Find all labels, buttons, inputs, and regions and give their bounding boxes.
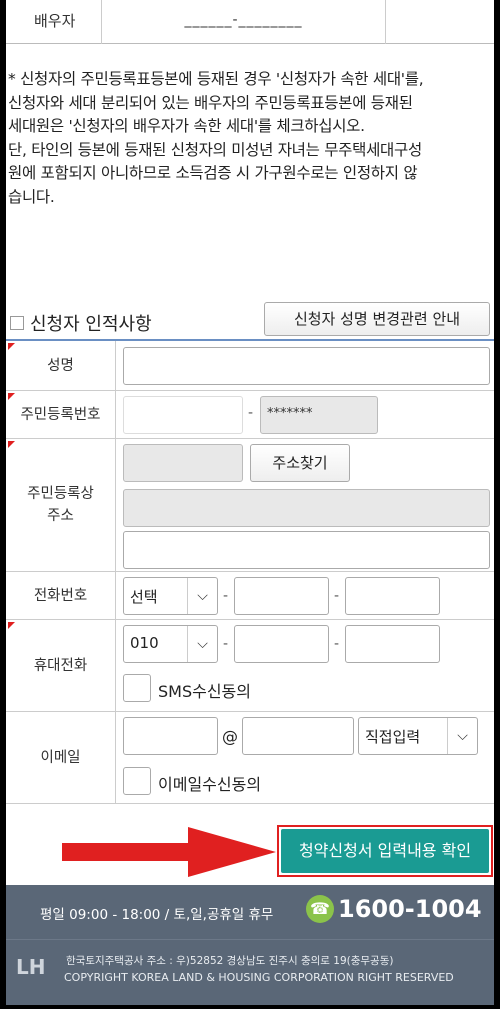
notice-line: 습니다. [8,187,55,206]
rrn-back-input: ******* [260,396,378,434]
page: 배우자 ______-________ * 신청자의 주민등록표등본에 등재된 … [6,0,494,1005]
zipcode-input [123,444,243,482]
phone-number: 1600-1004 [338,895,482,923]
rrn-front-input[interactable] [123,396,243,434]
sms-consent-checkbox[interactable] [123,674,151,702]
email-at-sign: @ [222,727,238,746]
confirm-application-button[interactable]: 청약신청서 입력내용 확인 [281,829,489,873]
address-detail-input[interactable] [123,531,490,569]
required-marker-icon [8,622,15,629]
rrn-label: 주민등록번호 [6,391,116,438]
square-bullet-icon [10,316,24,330]
mobile-dash: - [223,636,229,652]
applicant-section-header: 신청자 인적사항 신청자 성명 변경관련 안내 [6,300,494,340]
lh-logo: LH [16,955,46,979]
email-consent-label: 이메일수신동의 [158,775,262,794]
section-title: 신청자 인적사항 [10,310,152,336]
chevron-down-icon: ⌵ [447,718,477,754]
section-title-text: 신청자 인적사항 [30,314,152,335]
phone-dash: - [223,588,229,604]
required-marker-icon [8,343,15,350]
name-label: 성명 [6,341,116,390]
mobile-prefix-select[interactable]: 010 ⌵ [123,625,218,663]
email-id-input[interactable] [123,717,218,755]
notice-line: 원에 포함되지 아니하므로 소득검증 시 가구원수로는 인정하지 않 [8,164,418,182]
business-hours: 평일 09:00 - 18:00 / 토,일,공휴일 휴무 [40,907,274,923]
spouse-row: 배우자 ______-________ [6,0,494,44]
rrn-row: 주민등록번호 - ******* [6,391,494,439]
chevron-down-icon: ⌵ [187,626,217,662]
company-address: 한국토지주택공사 주소 : 우)52852 경상남도 진주시 충의로 19(충무… [66,955,394,967]
name-input[interactable] [123,347,490,385]
required-marker-icon [8,441,15,448]
email-row: 이메일 @ 직접입력 ⌵ 이메일수신동의 [6,712,494,804]
address-search-button[interactable]: 주소찾기 [250,444,350,482]
sms-consent-label: SMS수신동의 [158,682,251,701]
notice-line: 단, 타인의 등본에 등재된 신청자의 미성년 자녀는 무주택세대구성 [8,140,422,159]
spouse-label: 배우자 [6,0,102,44]
copyright: COPYRIGHT KOREA LAND & HOUSING CORPORATI… [64,971,454,984]
notice-line: 세대원은 '신청자의 배우자가 속한 세대'를 체크하십시오. [8,117,365,135]
mobile-dash: - [334,636,340,652]
phone-label: 전화번호 [6,572,116,619]
mobile-row: 휴대전화 010 ⌵ - - SMS수신동의 [6,620,494,712]
phone-last-input[interactable] [345,577,440,615]
applicant-form: 성명 주민등록번호 - ******* 주민등록상 주소 주소찾기 전화번호 선택… [6,339,494,804]
address-label: 주민등록상 주소 [6,439,116,571]
footer: 평일 09:00 - 18:00 / 토,일,공휴일 휴무 ☎ 1600-100… [6,885,494,1005]
phone-middle-input[interactable] [234,577,329,615]
phone-dash: - [334,588,340,604]
submit-highlight: 청약신청서 입력내용 확인 [277,825,493,877]
mobile-last-input[interactable] [345,625,440,663]
address-row: 주민등록상 주소 주소찾기 [6,439,494,572]
phone-area-select[interactable]: 선택 ⌵ [123,577,218,615]
name-row: 성명 [6,341,494,391]
household-notice: * 신청자의 주민등록표등본에 등재된 경우 '신청자가 속한 세대'를, 신청… [8,68,490,209]
footer-divider [6,939,494,940]
mobile-label: 휴대전화 [6,620,116,711]
required-marker-icon [8,393,15,400]
name-change-guide-button[interactable]: 신청자 성명 변경관련 안내 [264,302,490,336]
email-label: 이메일 [6,712,116,803]
notice-line: 신청자와 세대 분리되어 있는 배우자의 주민등록표등본에 등재된 [8,93,413,112]
pointing-arrow-icon [62,827,276,877]
rrn-dash: - [248,405,254,421]
email-consent-checkbox[interactable] [123,767,151,795]
email-domain-input[interactable] [242,717,354,755]
phone-row: 전화번호 선택 ⌵ - - [6,572,494,620]
address-main-input [123,489,490,527]
call-center-phone[interactable]: ☎ 1600-1004 [306,895,482,923]
notice-line: * 신청자의 주민등록표등본에 등재된 경우 '신청자가 속한 세대'를, [8,70,424,88]
phone-icon: ☎ [306,895,334,923]
mobile-middle-input[interactable] [234,625,329,663]
email-domain-select[interactable]: 직접입력 ⌵ [358,717,478,755]
chevron-down-icon: ⌵ [187,578,217,614]
spouse-rrn-value: ______-________ [102,0,386,44]
